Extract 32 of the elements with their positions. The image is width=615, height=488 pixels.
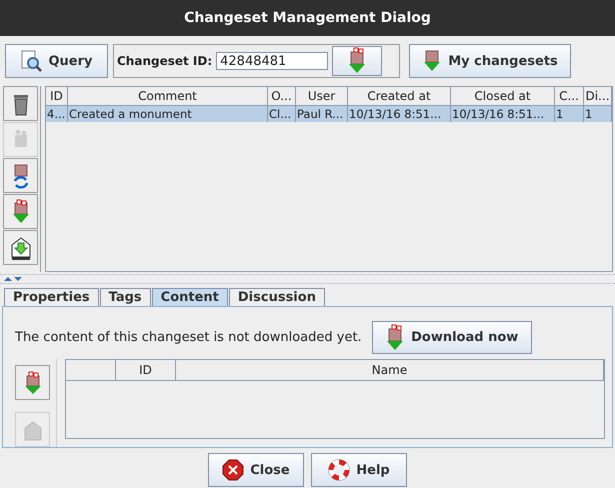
close-button[interactable]: Close bbox=[208, 453, 304, 487]
tab[interactable]: Discussion bbox=[228, 288, 325, 306]
table-cell: Created a monument bbox=[68, 106, 268, 122]
table-cell: 1 bbox=[555, 106, 584, 122]
status-message: The content of this changeset is not downloaded yet. bbox=[15, 330, 362, 345]
tab[interactable]: Tags bbox=[100, 288, 151, 306]
table-cell: 1 bbox=[584, 106, 612, 122]
column-header[interactable]: Closed at bbox=[451, 87, 555, 105]
help-button[interactable]: Help bbox=[311, 453, 407, 487]
window-title: Changeset Management Dialog bbox=[184, 10, 431, 26]
table-cell: Paul R... bbox=[296, 106, 348, 122]
column-header[interactable]: Di... bbox=[584, 87, 612, 105]
table-cell: 10/13/16 8:51... bbox=[451, 106, 555, 122]
column-header[interactable]: Name bbox=[176, 360, 604, 380]
download-now-button[interactable]: Download now bbox=[372, 321, 532, 354]
column-header[interactable]: ID bbox=[116, 360, 176, 380]
changeset-id-field[interactable]: 42848481 bbox=[216, 52, 328, 70]
column-header[interactable]: C... bbox=[555, 87, 584, 105]
column-header[interactable]: Created at bbox=[348, 87, 451, 105]
tab[interactable]: Content bbox=[152, 288, 228, 306]
table-row[interactable]: 4... Created a monument Cl... Paul R... 10/13/16 8:51... 10/13/16 8:51... 1 1 bbox=[46, 106, 612, 122]
column-header[interactable]: Comment bbox=[68, 87, 268, 105]
tab[interactable]: Properties bbox=[4, 288, 99, 306]
table-cell: Cl... bbox=[268, 106, 296, 122]
my-changesets-button[interactable]: My changesets bbox=[409, 44, 571, 78]
column-header[interactable]: User bbox=[296, 87, 348, 105]
query-button[interactable]: Query bbox=[5, 44, 108, 78]
table-cell: 4... bbox=[46, 106, 68, 122]
column-header[interactable]: O... bbox=[268, 87, 296, 105]
changeset-id-label: Changeset ID: bbox=[117, 54, 212, 68]
table-cell: 10/13/16 8:51... bbox=[348, 106, 451, 122]
column-header[interactable]: ID bbox=[46, 87, 68, 105]
